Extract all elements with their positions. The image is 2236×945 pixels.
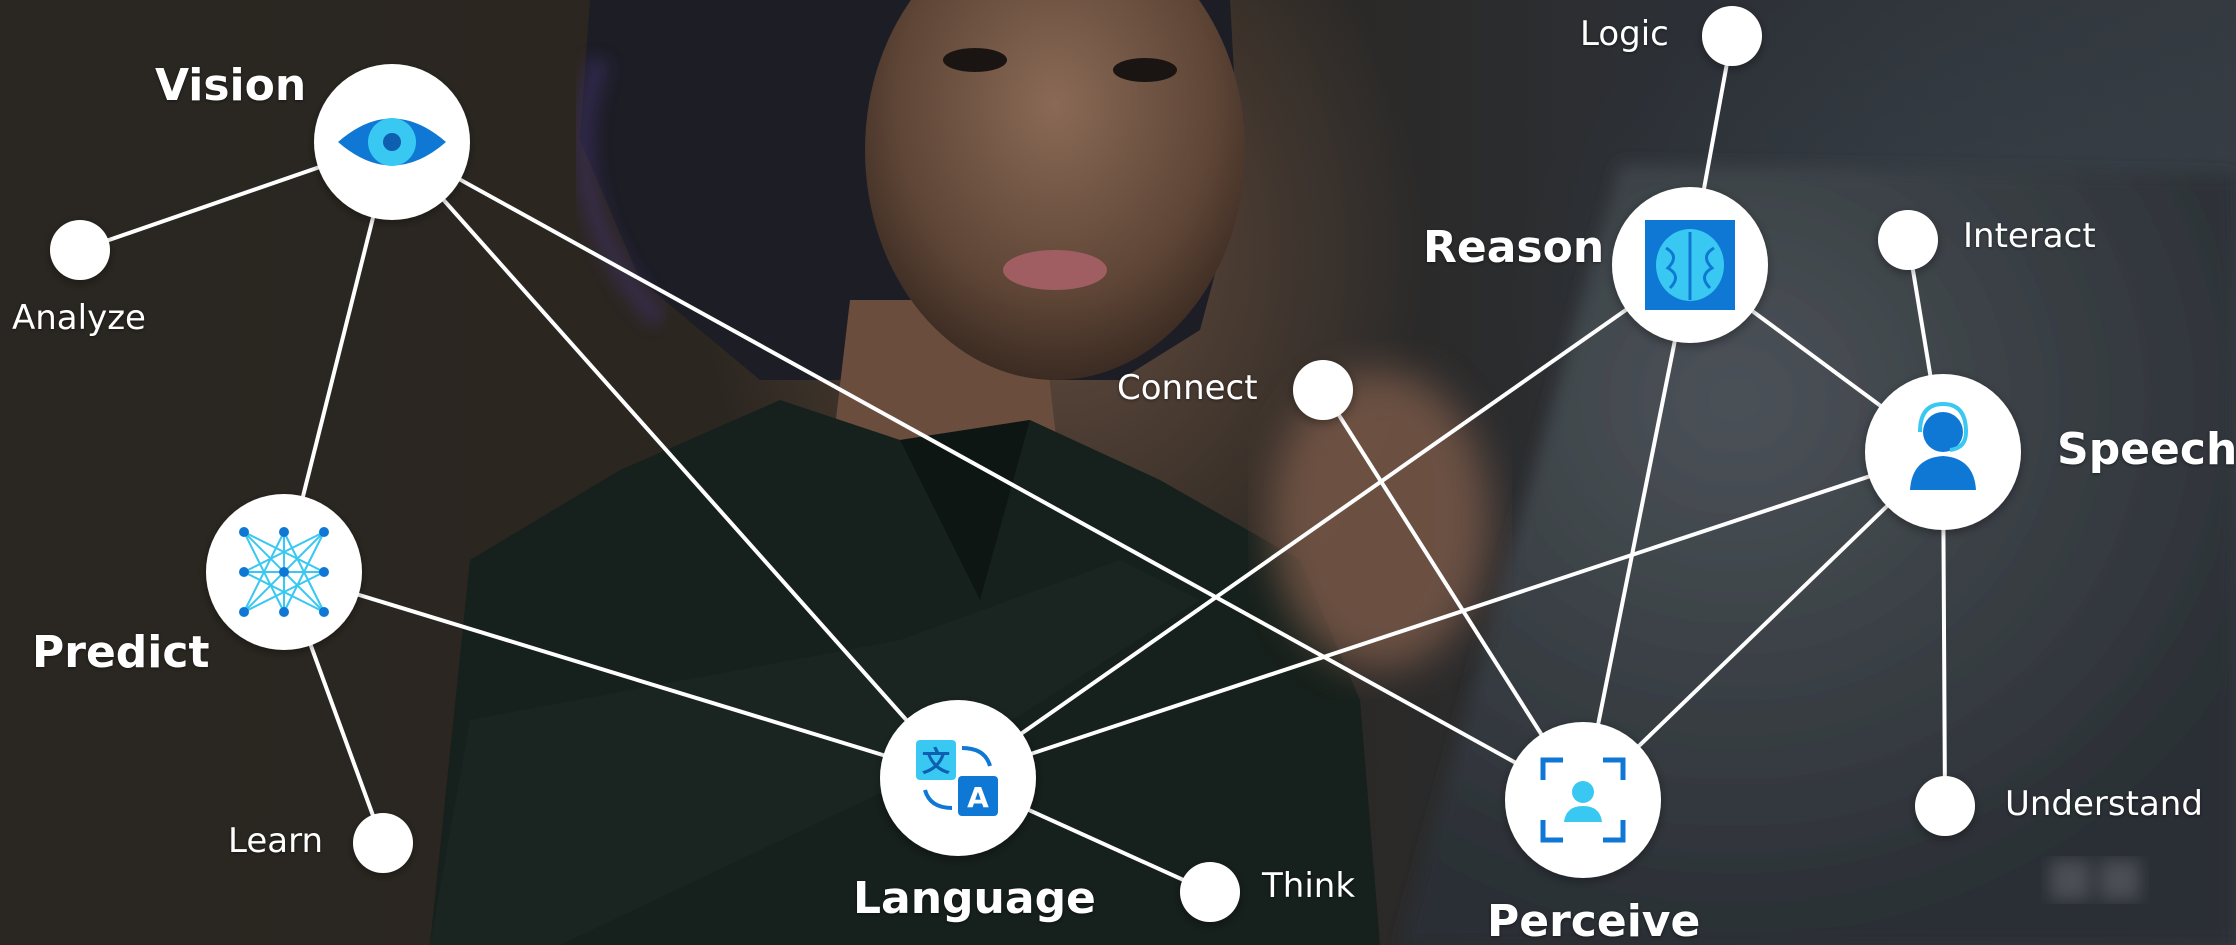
label-logic: Logic bbox=[1580, 14, 1669, 54]
network-illustration: 文 A Vision Analyze Predict Learn Languag… bbox=[0, 0, 2236, 945]
hand bbox=[1270, 370, 1490, 670]
label-understand: Understand bbox=[2005, 784, 2203, 824]
node-logic bbox=[1702, 6, 1762, 66]
node-learn bbox=[353, 813, 413, 873]
node-understand bbox=[1915, 776, 1975, 836]
label-speech: Speech bbox=[2057, 424, 2236, 475]
label-vision: Vision bbox=[155, 60, 307, 111]
node-speech bbox=[1865, 374, 2021, 530]
label-interact: Interact bbox=[1963, 216, 2096, 256]
label-connect: Connect bbox=[1117, 368, 1258, 408]
node-interact bbox=[1878, 210, 1938, 270]
label-language: Language bbox=[853, 873, 1096, 924]
node-perceive bbox=[1505, 722, 1661, 878]
label-analyze: Analyze bbox=[12, 298, 146, 338]
label-predict: Predict bbox=[32, 627, 210, 678]
label-perceive: Perceive bbox=[1487, 896, 1701, 945]
scene-graphic: 文 A bbox=[50, 0, 2236, 945]
brain-icon bbox=[1645, 220, 1735, 310]
node-language: 文 A bbox=[880, 700, 1036, 856]
node-vision bbox=[314, 64, 470, 220]
svg-text:文: 文 bbox=[922, 745, 950, 778]
svg-text:A: A bbox=[967, 781, 989, 814]
label-reason: Reason bbox=[1423, 222, 1605, 273]
node-analyze bbox=[50, 220, 110, 280]
label-think: Think bbox=[1262, 866, 1356, 906]
label-learn: Learn bbox=[228, 821, 324, 861]
node-reason bbox=[1612, 187, 1768, 343]
node-predict bbox=[206, 494, 362, 650]
node-think bbox=[1180, 862, 1240, 922]
node-connect bbox=[1293, 360, 1353, 420]
